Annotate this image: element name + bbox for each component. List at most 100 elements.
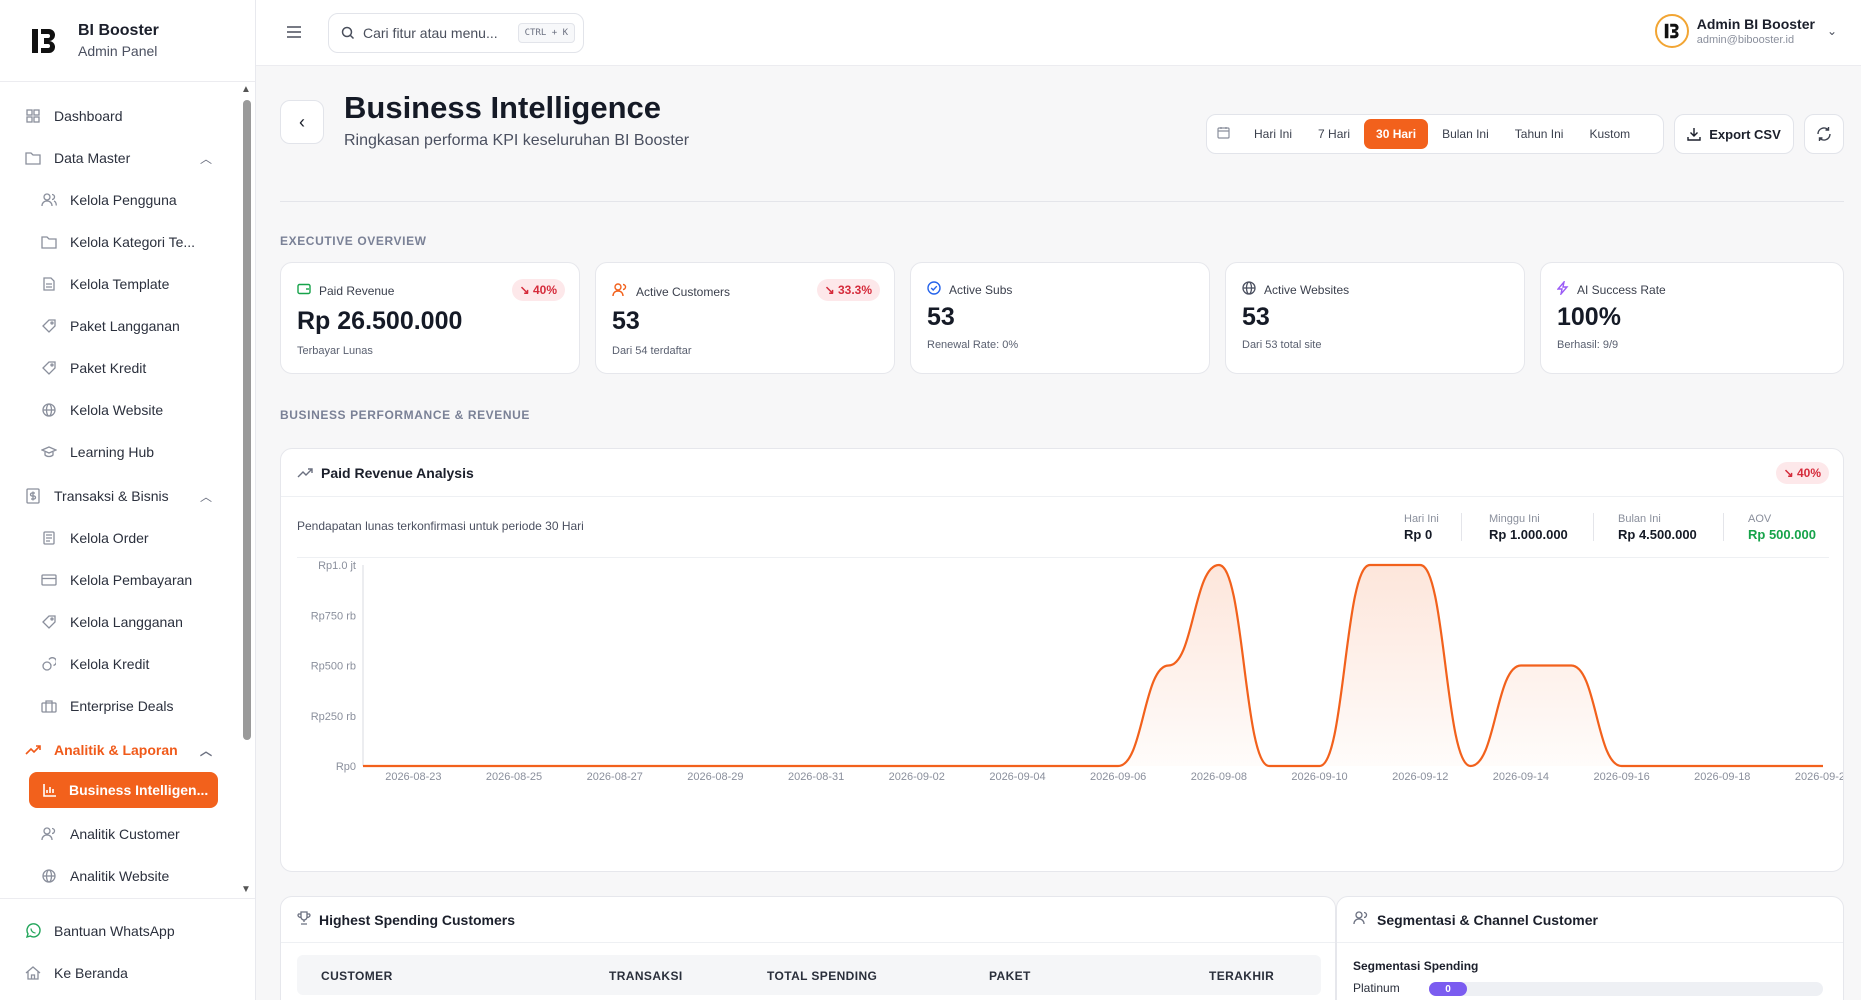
sidebar-item-paket-kredit[interactable]: Paket Kredit [40,356,146,380]
card-title: Segmentasi & Channel Customer [1377,911,1598,928]
column-terakhir[interactable]: TERAKHIR [1209,969,1274,983]
kpi-card-active-subs[interactable]: Active Subs 53 Renewal Rate: 0% [910,262,1210,374]
kpi-label-text: Active Subs [949,282,1013,297]
stat-label: Minggu Ini [1489,513,1540,525]
sidebar-item-label: Dashboard [54,108,123,124]
users-icon [40,825,58,843]
chart-description: Pendapatan lunas terkonfirmasi untuk per… [297,519,584,533]
kpi-value: 53 [612,307,640,335]
sidebar-item-analitik-customer[interactable]: Analitik Customer [40,822,180,846]
globe-icon [40,867,58,885]
kpi-label-text: AI Success Rate [1577,282,1666,297]
sidebar-item-kelola-pengguna[interactable]: Kelola Pengguna [40,188,177,212]
sidebar-item-learning-hub[interactable]: Learning Hub [40,440,154,464]
trend-icon [24,741,42,759]
refresh-icon [1817,127,1831,141]
file-icon [40,275,58,293]
sidebar-item-analitik-website[interactable]: Analitik Website [40,864,169,888]
kpi-label: Active Subs [927,281,1012,298]
section-executive-overview: EXECUTIVE OVERVIEW [280,234,427,248]
stat-value: Rp 500.000 [1748,527,1816,542]
stat-bulan-ini: Bulan Ini Rp 4.500.000 [1618,513,1697,542]
sidebar-item-kelola-template[interactable]: Kelola Template [40,272,169,296]
sidebar-item-label: Business Intelligen... [69,782,209,798]
segment-value: 0 [1445,983,1451,995]
y-tick-label: Rp500 rb [311,661,356,673]
sidebar-item-kelola-website[interactable]: Kelola Website [40,398,163,422]
trend-badge: ↘ 40% [511,279,565,301]
card-header: Highest Spending Customers [281,897,1335,943]
brand-logo [28,24,60,57]
wallet-icon [297,283,311,298]
x-tick-label: 2026-09-10 [1291,771,1347,783]
range-hari-ini[interactable]: Hari Ini [1242,119,1304,149]
chevron-up-icon: ︿ [200,743,213,758]
kpi-card-ai-success-rate[interactable]: AI Success Rate 100% Berhasil: 9/9 [1540,262,1844,374]
search-placeholder: Cari fitur atau menu... [363,25,498,41]
range-bulan-ini[interactable]: Bulan Ini [1430,119,1501,149]
avatar [1654,14,1689,48]
sidebar-footer: Bantuan WhatsApp Ke Beranda [0,898,255,1000]
sidebar-item-kelola-pembayaran[interactable]: Kelola Pembayaran [40,568,192,592]
user-menu[interactable]: Admin BI Booster admin@bibooster.id ⌄ [1654,14,1837,48]
x-tick-label: 2026-08-27 [587,771,643,783]
sidebar-item-kelola-kategori[interactable]: Kelola Kategori Te... [40,230,195,254]
trend-badge: ↘ 40% [1775,462,1829,484]
kpi-label-text: Paid Revenue [319,283,395,298]
range-7-hari[interactable]: 7 Hari [1306,119,1362,149]
users-icon [612,283,628,300]
folder-icon [24,149,42,167]
card-header: Paid Revenue Analysis [281,449,1843,497]
sidebar-scroll-thumb[interactable] [243,100,251,740]
stat-value: Rp 0 [1404,527,1433,542]
check-circle-icon [927,281,941,298]
column-transaksi[interactable]: TRANSAKSI [609,969,683,983]
kpi-footnote: Terbayar Lunas [297,345,373,357]
kpi-card-active-customers[interactable]: Active Customers ↘ 33.3% 53 Dari 54 terd… [595,262,895,374]
refresh-button[interactable] [1804,114,1844,154]
export-csv-button[interactable]: Export CSV [1674,114,1794,154]
sidebar-item-kelola-langganan[interactable]: Kelola Langganan [40,610,183,634]
sidebar-item-business-intelligence[interactable]: Business Intelligen... [29,772,218,808]
sidebar-group-transaksi[interactable]: Transaksi & Bisnis ︿ [24,484,212,508]
sidebar-item-kelola-order[interactable]: Kelola Order [40,526,149,550]
card-icon [40,571,58,589]
sidebar-group-analitik[interactable]: Analitik & Laporan ︿ [24,738,212,762]
tag-icon [40,613,58,631]
briefcase-icon [40,697,58,715]
globe-icon [1242,281,1256,298]
sidebar-item-label: Paket Kredit [70,360,147,376]
kpi-card-paid-revenue[interactable]: Paid Revenue ↘ 40% Rp 26.500.000 Terbaya… [280,262,580,374]
x-tick-label: 2026-08-23 [385,771,441,783]
sidebar-item-label: Enterprise Deals [70,698,174,714]
range-tahun-ini[interactable]: Tahun Ini [1503,119,1576,149]
back-button[interactable]: ‹ [280,100,324,144]
sidebar-item-kelola-kredit[interactable]: Kelola Kredit [40,652,149,676]
kpi-value: Rp 26.500.000 [297,307,463,335]
sidebar-item-dashboard[interactable]: Dashboard [24,104,123,128]
kpi-card-active-websites[interactable]: Active Websites 53 Dari 53 total site [1225,262,1525,374]
range-kustom[interactable]: Kustom [1577,119,1642,149]
sidebar-item-bantuan-whatsapp[interactable]: Bantuan WhatsApp [24,919,175,943]
search-input[interactable]: Cari fitur atau menu... CTRL + K [328,13,584,53]
card-header: Segmentasi & Channel Customer [1337,897,1843,943]
scroll-down-arrow-icon[interactable]: ▼ [241,884,251,895]
x-tick-label: 2026-08-29 [687,771,743,783]
trophy-icon [297,911,311,928]
sidebar-item-enterprise-deals[interactable]: Enterprise Deals [40,694,174,718]
brand[interactable]: BI Booster Admin Panel [0,0,255,82]
sidebar-group-data-master[interactable]: Data Master ︿ [24,146,212,170]
brand-subtitle: Admin Panel [78,43,158,59]
sidebar-item-ke-beranda[interactable]: Ke Beranda [24,961,128,985]
kpi-label: Paid Revenue [297,283,394,298]
range-30-hari[interactable]: 30 Hari [1364,119,1429,149]
y-tick-label: Rp750 rb [311,610,356,622]
kpi-value: 53 [1242,303,1270,331]
column-paket[interactable]: PAKET [989,969,1031,983]
column-total-spending[interactable]: TOTAL SPENDING [767,969,877,983]
segment-label-platinum: Platinum [1353,981,1400,995]
column-customer[interactable]: CUSTOMER [321,969,393,983]
menu-toggle-button[interactable] [286,22,302,45]
sidebar-item-paket-langganan[interactable]: Paket Langganan [40,314,180,338]
scroll-up-arrow-icon[interactable]: ▲ [241,84,251,95]
